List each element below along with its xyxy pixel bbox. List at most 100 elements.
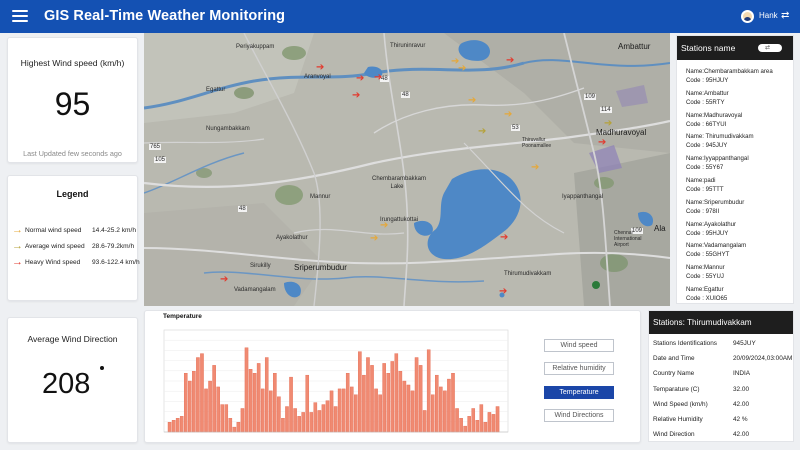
tab-wind-speed[interactable]: Wind speed xyxy=(544,339,614,352)
chart-bar[interactable] xyxy=(370,365,374,433)
chart-bar[interactable] xyxy=(378,394,382,433)
stations-toggle[interactable]: ⇄ xyxy=(758,44,782,52)
station-list-item[interactable]: Name: Thirumudivakkam Code : 945JUY xyxy=(686,132,794,150)
chart-bar[interactable] xyxy=(471,408,476,433)
chart-bar[interactable] xyxy=(483,421,488,433)
chart-bar[interactable] xyxy=(402,380,407,433)
chart-bar[interactable] xyxy=(451,373,455,433)
chart-bar[interactable] xyxy=(277,396,281,433)
chart-bar[interactable] xyxy=(333,406,338,433)
chart-bar[interactable] xyxy=(374,388,378,433)
wind-arrow-heavy-icon[interactable]: ➔ xyxy=(499,287,507,297)
chart-bar[interactable] xyxy=(244,347,249,433)
chart-bar[interactable] xyxy=(192,371,196,433)
chart-bar[interactable] xyxy=(256,363,261,433)
chart-bar[interactable] xyxy=(273,373,277,433)
wind-arrow-heavy-icon[interactable]: ➔ xyxy=(374,73,382,83)
chart-bar[interactable] xyxy=(463,425,467,433)
chart-bar[interactable] xyxy=(358,351,362,433)
chart-bar[interactable] xyxy=(228,418,233,433)
station-list-item[interactable]: Name:Vadamangalam Code : 55GHYT xyxy=(686,241,794,259)
chart-bar[interactable] xyxy=(252,373,257,433)
station-list-item[interactable]: Name:Ambattur Code : 55RTY xyxy=(686,89,794,107)
chart-bar[interactable] xyxy=(390,361,395,433)
chart-bar[interactable] xyxy=(167,421,172,433)
chart-bar[interactable] xyxy=(487,412,492,433)
chart-bar[interactable] xyxy=(410,390,415,433)
chart-bar[interactable] xyxy=(341,388,346,433)
chart-bar[interactable] xyxy=(188,380,192,433)
wind-arrow-heavy-icon[interactable]: ➔ xyxy=(506,56,514,66)
chart-bar[interactable] xyxy=(459,418,463,433)
weather-map[interactable]: 765 105 48 48 109 114 53 48 109 Periyaku… xyxy=(144,33,670,306)
chart-bar[interactable] xyxy=(301,412,305,433)
station-list-item[interactable]: Name:Mannur Code : 55YUJ xyxy=(686,263,794,281)
wind-arrow-average-icon[interactable]: ➔ xyxy=(478,127,486,137)
chart-bar[interactable] xyxy=(354,394,358,433)
wind-arrow-average-icon[interactable]: ➔ xyxy=(604,119,612,129)
station-list-item[interactable]: Name:Madhuravoyal Code : 66TYUI xyxy=(686,111,794,129)
chart-bar[interactable] xyxy=(435,374,439,433)
station-list-item[interactable]: Name:Chembarambakkam area Code : 95HJUY xyxy=(686,67,794,85)
chart-bar[interactable] xyxy=(406,384,411,433)
chart-bar[interactable] xyxy=(394,353,399,433)
chart-bar[interactable] xyxy=(236,421,241,433)
wind-arrow-heavy-icon[interactable]: ➔ xyxy=(220,275,228,285)
wind-arrow-normal-icon[interactable]: ➔ xyxy=(468,96,476,106)
chart-bar[interactable] xyxy=(224,404,229,433)
chart-bar[interactable] xyxy=(216,386,220,433)
chart-bar[interactable] xyxy=(240,408,245,433)
chart-bar[interactable] xyxy=(305,374,310,433)
station-list-item[interactable]: Name:Sriperumbudur Code : 978II xyxy=(686,198,794,216)
wind-arrow-heavy-icon[interactable]: ➔ xyxy=(356,74,364,84)
chart-bar[interactable] xyxy=(430,394,435,433)
wind-arrow-heavy-icon[interactable]: ➔ xyxy=(352,91,360,101)
chart-bar[interactable] xyxy=(200,353,204,433)
chart-bar[interactable] xyxy=(204,388,208,433)
wind-arrow-heavy-icon[interactable]: ➔ xyxy=(500,233,508,243)
chart-bar[interactable] xyxy=(309,412,314,433)
user-name[interactable]: Hank xyxy=(759,11,778,20)
chart-bar[interactable] xyxy=(248,369,253,433)
hamburger-menu-icon[interactable] xyxy=(12,9,28,23)
chart-bar[interactable] xyxy=(491,414,496,433)
chart-bar[interactable] xyxy=(398,371,403,433)
chart-bar[interactable] xyxy=(443,390,447,433)
chart-bar[interactable] xyxy=(321,404,326,433)
chart-bar[interactable] xyxy=(386,373,390,433)
chart-bar[interactable] xyxy=(325,400,330,433)
chart-bar[interactable] xyxy=(422,410,427,433)
chart-bar[interactable] xyxy=(475,420,480,433)
chart-bar[interactable] xyxy=(479,404,484,433)
chart-bar[interactable] xyxy=(171,420,176,433)
user-avatar[interactable] xyxy=(741,10,754,23)
station-list-item[interactable]: Name:padi Code : 95TTT xyxy=(686,176,794,194)
chart-bar[interactable] xyxy=(366,357,370,433)
station-list-item[interactable]: Name:Ayakolathur Code : 95HJUY xyxy=(686,220,794,238)
wind-arrow-normal-icon[interactable]: ➔ xyxy=(531,163,539,173)
chart-bar[interactable] xyxy=(382,363,386,433)
chart-bar[interactable] xyxy=(495,406,500,433)
chart-bar[interactable] xyxy=(313,402,318,433)
tab-wind-directions[interactable]: Wind Directions xyxy=(544,409,614,422)
chart-bar[interactable] xyxy=(439,386,443,433)
tab-temperature[interactable]: Temperature xyxy=(544,386,614,399)
chart-bar[interactable] xyxy=(329,390,334,433)
chart-bar[interactable] xyxy=(467,416,471,433)
chart-bar[interactable] xyxy=(317,410,322,433)
wind-arrow-heavy-icon[interactable]: ➔ xyxy=(316,63,324,73)
chart-bar[interactable] xyxy=(418,365,423,433)
swap-arrows-icon[interactable]: ⇄ xyxy=(781,10,789,22)
chart-bar[interactable] xyxy=(212,365,216,433)
chart-bar[interactable] xyxy=(345,373,350,433)
station-list-item[interactable]: Name:Egattur Code : XUIO65 xyxy=(686,285,794,303)
chart-bar[interactable] xyxy=(232,426,237,433)
chart-bar[interactable] xyxy=(220,404,224,433)
chart-bar[interactable] xyxy=(289,376,293,433)
tab-relative-humidity[interactable]: Relative humidity xyxy=(544,362,614,375)
chart-bar[interactable] xyxy=(285,406,289,433)
chart-bar[interactable] xyxy=(179,416,184,433)
chart-bar[interactable] xyxy=(208,380,212,433)
wind-arrow-normal-icon[interactable]: ➔ xyxy=(370,234,378,244)
chart-bar[interactable] xyxy=(455,408,459,433)
